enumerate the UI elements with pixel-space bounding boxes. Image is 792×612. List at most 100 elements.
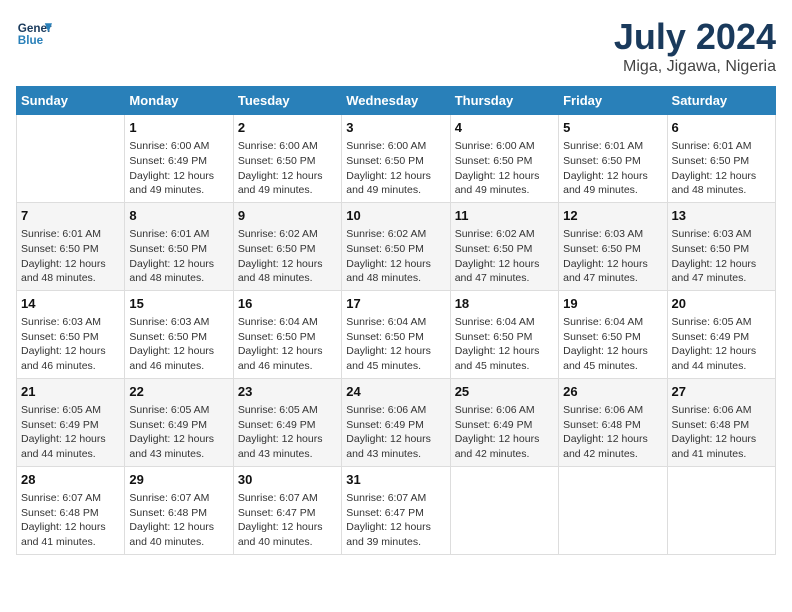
daylight-text: Daylight: 12 hours and 49 minutes.: [455, 170, 540, 197]
sunrise-text: Sunrise: 6:03 AM: [129, 316, 209, 328]
page-header: General Blue July 2024 Miga, Jigawa, Nig…: [16, 16, 776, 76]
day-number: 19: [563, 295, 662, 313]
sunrise-text: Sunrise: 6:06 AM: [455, 404, 535, 416]
day-number: 21: [21, 383, 120, 401]
sunset-text: Sunset: 6:49 PM: [129, 155, 207, 167]
day-number: 28: [21, 471, 120, 489]
sunrise-text: Sunrise: 6:06 AM: [563, 404, 643, 416]
daylight-text: Daylight: 12 hours and 48 minutes.: [129, 258, 214, 285]
calendar-cell: 14Sunrise: 6:03 AMSunset: 6:50 PMDayligh…: [17, 290, 125, 378]
header-cell-monday: Monday: [125, 87, 233, 115]
day-number: 10: [346, 207, 445, 225]
sunset-text: Sunset: 6:50 PM: [346, 155, 424, 167]
day-number: 31: [346, 471, 445, 489]
sunset-text: Sunset: 6:50 PM: [129, 331, 207, 343]
sunset-text: Sunset: 6:50 PM: [563, 243, 641, 255]
week-row-1: 1 Sunrise: 6:00 AM Sunset: 6:49 PM Daylight…: [17, 115, 776, 203]
calendar-cell: 2Sunrise: 6:00 AMSunset: 6:50 PMDaylight…: [233, 115, 341, 203]
calendar-cell: 17Sunrise: 6:04 AMSunset: 6:50 PMDayligh…: [342, 290, 450, 378]
day-number: 17: [346, 295, 445, 313]
sunset-text: Sunset: 6:50 PM: [672, 243, 750, 255]
calendar-cell: 26Sunrise: 6:06 AMSunset: 6:48 PMDayligh…: [559, 378, 667, 466]
sunset-text: Sunset: 6:50 PM: [21, 331, 99, 343]
sunrise-text: Sunrise: 6:07 AM: [238, 492, 318, 504]
day-number: 5: [563, 119, 662, 137]
sunset-text: Sunset: 6:50 PM: [238, 331, 316, 343]
day-number: 27: [672, 383, 771, 401]
daylight-text: Daylight: 12 hours and 45 minutes.: [455, 345, 540, 372]
sunrise-text: Sunrise: 6:00 AM: [238, 140, 318, 152]
calendar-cell: 10Sunrise: 6:02 AMSunset: 6:50 PMDayligh…: [342, 202, 450, 290]
sunrise-text: Sunrise: 6:06 AM: [346, 404, 426, 416]
week-row-4: 21 Sunrise: 6:05 AM Sunset: 6:49 PM Dayligh…: [17, 378, 776, 466]
sunset-text: Sunset: 6:48 PM: [21, 507, 99, 519]
calendar-cell: 3Sunrise: 6:00 AMSunset: 6:50 PMDaylight…: [342, 115, 450, 203]
calendar-cell: 4Sunrise: 6:00 AMSunset: 6:50 PMDaylight…: [450, 115, 558, 203]
day-number: 16: [238, 295, 337, 313]
day-number: 13: [672, 207, 771, 225]
day-number: 30: [238, 471, 337, 489]
sunset-text: Sunset: 6:48 PM: [563, 419, 641, 431]
daylight-text: Daylight: 12 hours and 48 minutes.: [672, 170, 757, 197]
sunrise-text: Sunrise: 6:03 AM: [672, 228, 752, 240]
sunset-text: Sunset: 6:49 PM: [21, 419, 99, 431]
daylight-text: Daylight: 12 hours and 48 minutes.: [21, 258, 106, 285]
sunrise-text: Sunrise: 6:05 AM: [21, 404, 101, 416]
header-cell-thursday: Thursday: [450, 87, 558, 115]
daylight-text: Daylight: 12 hours and 45 minutes.: [346, 345, 431, 372]
sunrise-text: Sunrise: 6:04 AM: [238, 316, 318, 328]
calendar-cell: 6Sunrise: 6:01 AMSunset: 6:50 PMDaylight…: [667, 115, 775, 203]
logo: General Blue: [16, 16, 52, 52]
header-cell-saturday: Saturday: [667, 87, 775, 115]
day-number: 12: [563, 207, 662, 225]
week-row-5: 28Sunrise: 6:07 AMSunset: 6:48 PMDayligh…: [17, 466, 776, 554]
sunrise-text: Sunrise: 6:04 AM: [563, 316, 643, 328]
header-cell-friday: Friday: [559, 87, 667, 115]
daylight-text: Daylight: 12 hours and 48 minutes.: [238, 258, 323, 285]
calendar-cell: 22Sunrise: 6:05 AMSunset: 6:49 PMDayligh…: [125, 378, 233, 466]
sunrise-text: Sunrise: 6:06 AM: [672, 404, 752, 416]
week-row-3: 14 Sunrise: 6:03 AM Sunset: 6:50 PM Dayligh…: [17, 290, 776, 378]
sunset-text: Sunset: 6:49 PM: [672, 331, 750, 343]
calendar-cell: 7Sunrise: 6:01 AMSunset: 6:50 PMDaylight…: [17, 202, 125, 290]
daylight-text: Daylight: 12 hours and 42 minutes.: [563, 433, 648, 460]
sunset-text: Sunset: 6:47 PM: [238, 507, 316, 519]
sunrise-text: Sunrise: 6:02 AM: [455, 228, 535, 240]
sunrise-text: Sunrise: 6:02 AM: [346, 228, 426, 240]
daylight-text: Daylight: 12 hours and 43 minutes.: [129, 433, 214, 460]
day-number: 14: [21, 295, 120, 313]
sunrise-text: Sunrise: 6:05 AM: [672, 316, 752, 328]
calendar-cell: 12Sunrise: 6:03 AMSunset: 6:50 PMDayligh…: [559, 202, 667, 290]
sunset-text: Sunset: 6:50 PM: [21, 243, 99, 255]
calendar-cell: 11Sunrise: 6:02 AMSunset: 6:50 PMDayligh…: [450, 202, 558, 290]
sunset-text: Sunset: 6:47 PM: [346, 507, 424, 519]
main-title: July 2024: [614, 16, 776, 58]
daylight-text: Daylight: 12 hours and 46 minutes.: [21, 345, 106, 372]
sunrise-text: Sunrise: 6:00 AM: [129, 140, 209, 152]
day-number: 20: [672, 295, 771, 313]
calendar-cell: 20Sunrise: 6:05 AMSunset: 6:49 PMDayligh…: [667, 290, 775, 378]
calendar-cell: 25 Sunrise: 6:06 AM Sunset: 6:49 PM Dayligh…: [450, 378, 558, 466]
sunset-text: Sunset: 6:49 PM: [129, 419, 207, 431]
sunset-text: Sunset: 6:50 PM: [563, 155, 641, 167]
day-number: 22: [129, 383, 228, 401]
day-number: 4: [455, 119, 554, 137]
sunset-text: Sunset: 6:50 PM: [672, 155, 750, 167]
day-number: 1: [129, 119, 228, 137]
sunset-text: Sunset: 6:49 PM: [455, 419, 533, 431]
daylight-text: Daylight: 12 hours and 47 minutes.: [563, 258, 648, 285]
sunrise-text: Sunrise: 6:07 AM: [129, 492, 209, 504]
sunrise-text: Sunrise: 6:07 AM: [346, 492, 426, 504]
sunrise-text: Sunrise: 6:01 AM: [563, 140, 643, 152]
calendar-cell: 9Sunrise: 6:02 AMSunset: 6:50 PMDaylight…: [233, 202, 341, 290]
sunrise-text: Sunrise: 6:01 AM: [672, 140, 752, 152]
calendar-cell: 29Sunrise: 6:07 AMSunset: 6:48 PMDayligh…: [125, 466, 233, 554]
sunrise-text: Sunrise: 6:01 AM: [21, 228, 101, 240]
daylight-text: Daylight: 12 hours and 45 minutes.: [563, 345, 648, 372]
svg-text:Blue: Blue: [18, 34, 44, 47]
sunrise-text: Sunrise: 6:01 AM: [129, 228, 209, 240]
day-number: 9: [238, 207, 337, 225]
sunrise-text: Sunrise: 6:07 AM: [21, 492, 101, 504]
day-number: 25: [455, 383, 554, 401]
daylight-text: Daylight: 12 hours and 42 minutes.: [455, 433, 540, 460]
